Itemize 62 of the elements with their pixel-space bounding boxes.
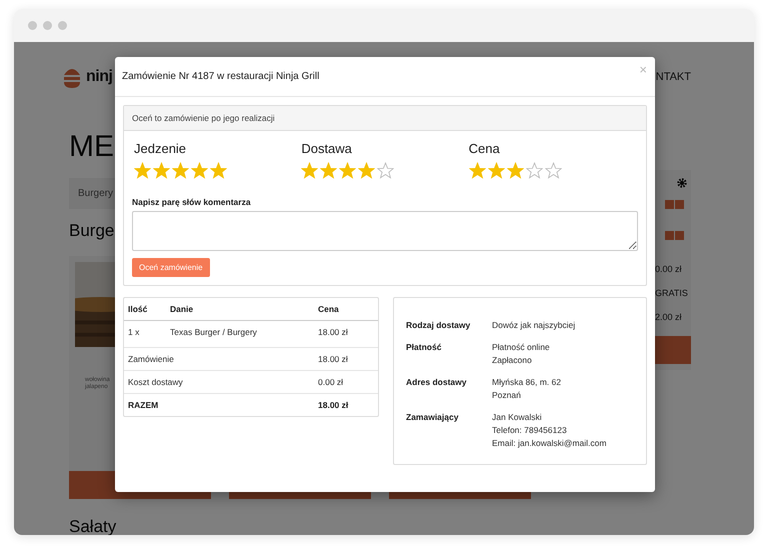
filled-star-icon[interactable] xyxy=(488,162,505,179)
table-cell: 18.00 zł xyxy=(318,400,348,410)
rating-label: Jedzenie xyxy=(134,141,186,156)
plus-button[interactable] xyxy=(665,200,674,209)
window-dot-icon xyxy=(58,21,67,30)
detail-value: Poznań xyxy=(492,390,522,400)
column-header: Cena xyxy=(318,304,339,314)
section-title: Burge xyxy=(69,221,114,241)
order-button[interactable] xyxy=(655,336,691,364)
plus-button[interactable] xyxy=(665,231,674,240)
nav-link[interactable]: NTAKT xyxy=(656,71,691,83)
detail-label: Adres dostawy xyxy=(406,377,468,389)
rate-order-button[interactable]: Oceń zamówienie xyxy=(132,258,210,277)
comment-field[interactable] xyxy=(132,211,638,251)
filled-star-icon[interactable] xyxy=(506,162,524,179)
filled-star-icon[interactable] xyxy=(301,162,318,179)
detail-value: Dowóz jak najszybciej xyxy=(492,320,576,330)
table-cell: 18.00 zł xyxy=(318,327,348,337)
rating-label: Dostawa xyxy=(301,141,352,156)
table-cell-text: 1 x xyxy=(128,327,140,337)
filled-star-icon[interactable] xyxy=(468,162,486,179)
filled-star-icon[interactable] xyxy=(191,162,208,179)
detail-value: Telefon: 789456123 xyxy=(492,425,568,435)
window-dot-icon xyxy=(43,21,52,30)
detail-value: Email: jan.kowalski@mail.com xyxy=(492,438,606,448)
filled-star-icon[interactable] xyxy=(210,162,227,179)
comment-label: Napisz parę słów komentarza xyxy=(132,197,251,207)
column-header: Danie xyxy=(170,304,194,314)
filled-star-icon[interactable] xyxy=(358,162,376,179)
minus-button[interactable] xyxy=(675,231,684,240)
detail-label: Rodzaj dostawy xyxy=(406,320,472,330)
filled-star-icon[interactable] xyxy=(320,162,338,179)
table-cell-text: Zamówienie xyxy=(128,354,175,364)
detail-label: Zamawiający xyxy=(406,412,460,424)
table-cell: 18.00 zł xyxy=(318,354,348,364)
filled-star-icon[interactable] xyxy=(153,162,170,179)
page-heading: ME xyxy=(69,130,114,164)
settings-icon[interactable] xyxy=(677,178,687,188)
table-cell-text: Koszt dostawy xyxy=(128,377,184,387)
detail-label: Płatność xyxy=(406,342,442,354)
close-button[interactable]: × xyxy=(639,62,647,77)
panel-header: Oceń to zamówienie po jego realizacji xyxy=(132,113,275,123)
table-cell: 0.00 zł xyxy=(318,377,344,387)
breadcrumb-link[interactable]: Burgery xyxy=(78,188,114,199)
cart-row: 0.00 zł xyxy=(655,264,682,274)
modal-title: Zamówienie Nr 4187 w restauracji Ninja Grill xyxy=(122,71,320,82)
cart-row: GRATIS xyxy=(655,288,688,298)
column-header: Ilość xyxy=(128,304,148,314)
minus-button[interactable] xyxy=(675,200,684,209)
rating-label: Cena xyxy=(468,141,500,156)
cart-row: 2.00 zł xyxy=(655,312,682,322)
detail-value: Jan Kowalski xyxy=(492,412,543,422)
table-cell-text: Texas Burger / Burgery xyxy=(170,327,258,337)
logo-text: ninj xyxy=(86,68,112,86)
window-dot-icon xyxy=(28,21,37,30)
detail-value: Młyńska 86, m. 62 xyxy=(492,377,561,387)
detail-value: Płatność online xyxy=(492,342,550,352)
detail-value: Zapłacono xyxy=(492,355,533,365)
filled-star-icon[interactable] xyxy=(134,162,151,179)
filled-star-icon[interactable] xyxy=(172,162,189,179)
filled-star-icon[interactable] xyxy=(339,162,356,179)
table-cell-text: RAZEM xyxy=(128,400,160,410)
